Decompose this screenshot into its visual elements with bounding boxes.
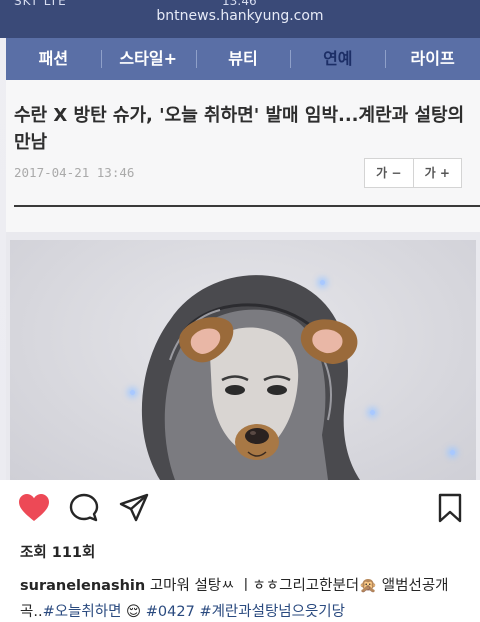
article-headline: 수란 X 방탄 슈가, '오늘 취하면' 발매 임박...계란과 설탕의 만남	[14, 105, 465, 153]
status-carrier: SKT LTE	[14, 0, 67, 8]
comment-button[interactable]	[66, 490, 102, 526]
portrait-illustration	[141, 275, 360, 480]
bookmark-icon	[438, 493, 462, 523]
site-nav: 패션 스타일+ 뷰티 연예 라이프	[6, 38, 480, 80]
browser-url-bar: SKT LTE 13:46 bntnews.hankyung.com	[0, 0, 480, 38]
heart-icon	[19, 494, 49, 521]
font-increase-button[interactable]: 가 +	[412, 159, 462, 187]
article-image-area	[6, 232, 480, 480]
article-header: 수란 X 방탄 슈가, '오늘 취하면' 발매 임박...계란과 설탕의 만남 …	[6, 80, 480, 232]
view-count[interactable]: 조회 111회	[20, 541, 95, 562]
sparkle-decoration	[320, 280, 325, 285]
nav-item-beauty[interactable]: 뷰티	[195, 38, 291, 80]
caption-username[interactable]: suranelenashin	[20, 578, 145, 594]
article-date: 2017-04-21 13:46	[14, 165, 135, 180]
status-time: 13:46	[222, 0, 257, 8]
emoji: 😌	[126, 604, 142, 620]
header-divider	[14, 205, 480, 207]
sparkle-decoration	[370, 410, 375, 415]
sparkle-decoration	[130, 390, 135, 395]
share-button[interactable]	[116, 490, 152, 526]
font-decrease-button[interactable]: 가 −	[365, 159, 413, 187]
font-size-controls: 가 − 가 +	[364, 158, 462, 188]
share-icon	[119, 493, 149, 522]
sparkle-decoration	[450, 450, 455, 455]
nav-item-entertainment[interactable]: 연예	[290, 38, 385, 80]
nav-item-fashion[interactable]: 패션	[6, 38, 101, 80]
hashtag[interactable]: #0427	[146, 604, 195, 620]
post-caption: suranelenashin 고마워 설탕ㅆ ㅣㅎㅎ그리고한분더🙊 앨범선공개곡…	[20, 573, 468, 622]
bookmark-button[interactable]	[432, 490, 468, 526]
hashtag[interactable]: #오늘취하면	[43, 604, 122, 620]
post-actions	[0, 490, 480, 530]
post-photo[interactable]: SKT LTE 13:46 bntnews.hankyung.com 패션 스타…	[0, 0, 480, 480]
browser-url: bntnews.hankyung.com	[156, 8, 324, 24]
like-button[interactable]	[16, 490, 52, 526]
hashtag[interactable]: #계란과설탕넘으읏기당	[199, 604, 345, 620]
nav-item-style[interactable]: 스타일+	[100, 38, 196, 80]
article-image	[10, 240, 476, 480]
comment-icon	[69, 493, 99, 522]
nav-item-life[interactable]: 라이프	[385, 38, 480, 80]
